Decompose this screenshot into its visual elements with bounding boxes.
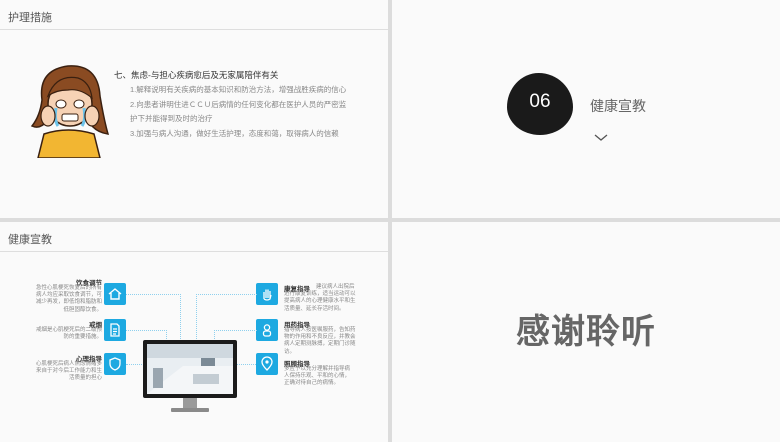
rehab-icon-box <box>256 283 278 305</box>
document-icon <box>110 323 120 337</box>
section-number: 06 <box>529 91 551 112</box>
section-title: 健康宣教 <box>590 98 646 114</box>
smoking-icon-box <box>104 319 126 341</box>
hand-icon <box>263 289 272 301</box>
measure-line-4: 3.加强与病人沟通，做好生活护理，态度和蔼，取得病人的信赖 <box>130 129 339 138</box>
connector-line <box>236 364 256 366</box>
location-icon <box>261 356 273 371</box>
person-icon <box>262 324 272 337</box>
diet-icon-box <box>104 283 126 305</box>
medication-icon-box <box>256 319 278 341</box>
measure-line-2: 2.向患者讲明住进ＣＣＵ后病情的任何变化都在医护人员的严密监 <box>130 100 347 109</box>
diet-body: 急性心肌梗死恢复后的所有 病人均应采取饮食调节，可 减少再发，即低饱和脂肪和 低… <box>35 285 102 313</box>
slide-thanks[interactable]: 感谢聆听 <box>392 222 780 442</box>
slide-nursing-measures[interactable]: 护理措施 七、焦虑-与担心疾病愈后及无家属陪伴有关 1.解释说明有关疾病的基本知… <box>0 0 388 218</box>
psychology-icon-box <box>104 353 126 375</box>
monitor-illustration <box>143 340 237 412</box>
thanks-title: 感谢聆听 <box>516 313 656 351</box>
measure-line-3: 护下并能得到及时的治疗 <box>130 114 213 123</box>
psychology-body: 心肌梗死后病人焦虑情绪多 来自于对今后工作能力和生 活质量的担心 <box>35 361 102 382</box>
slide-health-education[interactable]: 健康宣教 饮食调节 急性心肌梗死恢复后的所有 病人均应采取饮食调节，可 减少再发… <box>0 222 388 442</box>
chevron-down-icon <box>594 134 608 141</box>
title-divider <box>0 29 388 30</box>
shield-icon <box>109 357 121 371</box>
slide-section-divider[interactable]: 06 健康宣教 <box>392 0 780 218</box>
smoking-body: 戒烟是心肌梗死后的二级预 防的重要措施。 <box>35 327 102 341</box>
care-body: 多应予以充分理解并指导病 人保持乐观、平和的心情， 正确对待自己的病情。 <box>284 366 351 387</box>
worried-woman-illustration <box>30 65 110 158</box>
care-icon-box <box>256 353 278 375</box>
medication-body: 指导病人按医嘱服药，告知药 物的作用和不良反应，并教会 病人定期测脉搏，定期门诊… <box>284 327 356 355</box>
measure-line-1: 1.解释说明有关疾病的基本知识和防治方法，增强战胜疾病的信心 <box>130 85 347 94</box>
rehab-body: 建议病人出院后 进行康复训练，适当运动可以 提高病人的心理健康水平和生 活质量、… <box>284 284 356 312</box>
home-icon <box>108 288 122 300</box>
slide-title: 护理措施 <box>8 12 52 24</box>
slide-title: 健康宣教 <box>8 234 52 246</box>
measure-heading: 七、焦虑-与担心疾病愈后及无家属陪伴有关 <box>114 70 279 80</box>
title-divider <box>0 251 388 252</box>
